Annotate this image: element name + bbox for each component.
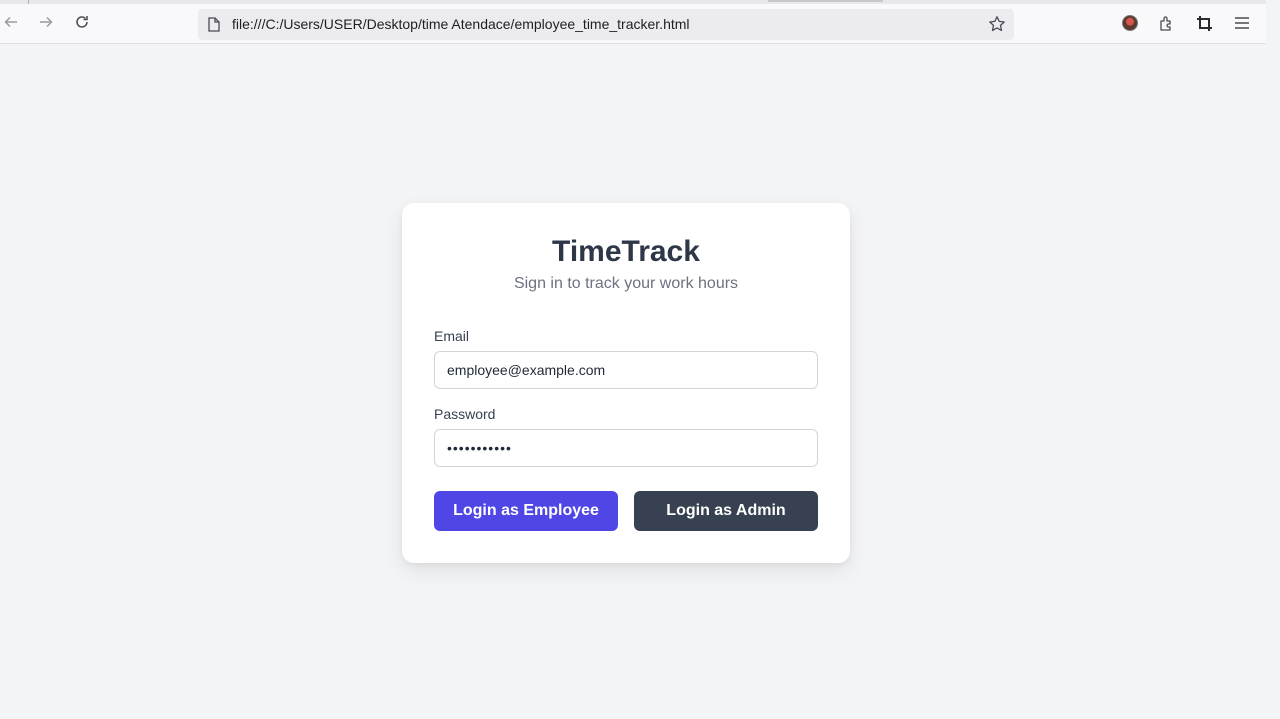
reload-button[interactable] [73, 13, 91, 31]
avatar [1122, 15, 1138, 31]
reload-icon [76, 16, 88, 28]
address-bar[interactable]: file:///C:/Users/USER/Desktop/time Atend… [198, 9, 1014, 40]
back-button[interactable] [2, 13, 20, 31]
arrow-left-icon [4, 16, 17, 28]
browser-toolbar: file:///C:/Users/USER/Desktop/time Atend… [0, 0, 1266, 44]
app-subtitle: Sign in to track your work hours [513, 275, 739, 292]
email-field[interactable] [434, 351, 818, 389]
email-label: Email [434, 328, 470, 344]
app-title: TimeTrack [552, 235, 700, 268]
tab-indicator [768, 0, 883, 2]
crop-screenshot-icon[interactable] [1195, 14, 1213, 32]
login-card: TimeTrack Sign in to track your work hou… [402, 203, 850, 563]
extensions-icon[interactable] [1157, 14, 1175, 32]
login-admin-button[interactable]: Login as Admin [634, 491, 818, 531]
password-field[interactable] [434, 429, 818, 467]
forward-button[interactable] [37, 13, 55, 31]
tab-divider [28, 0, 29, 4]
url-text: file:///C:/Users/USER/Desktop/time Atend… [232, 16, 690, 32]
menu-icon[interactable] [1233, 14, 1251, 32]
bookmark-star-icon[interactable] [988, 15, 1006, 38]
account-avatar-icon[interactable] [1121, 14, 1139, 32]
page-icon [208, 17, 220, 37]
tab-strip [0, 0, 1266, 4]
arrow-right-icon [40, 16, 53, 28]
login-employee-button[interactable]: Login as Employee [434, 491, 618, 531]
password-label: Password [434, 406, 496, 422]
page-scrollbar[interactable] [1266, 0, 1280, 719]
